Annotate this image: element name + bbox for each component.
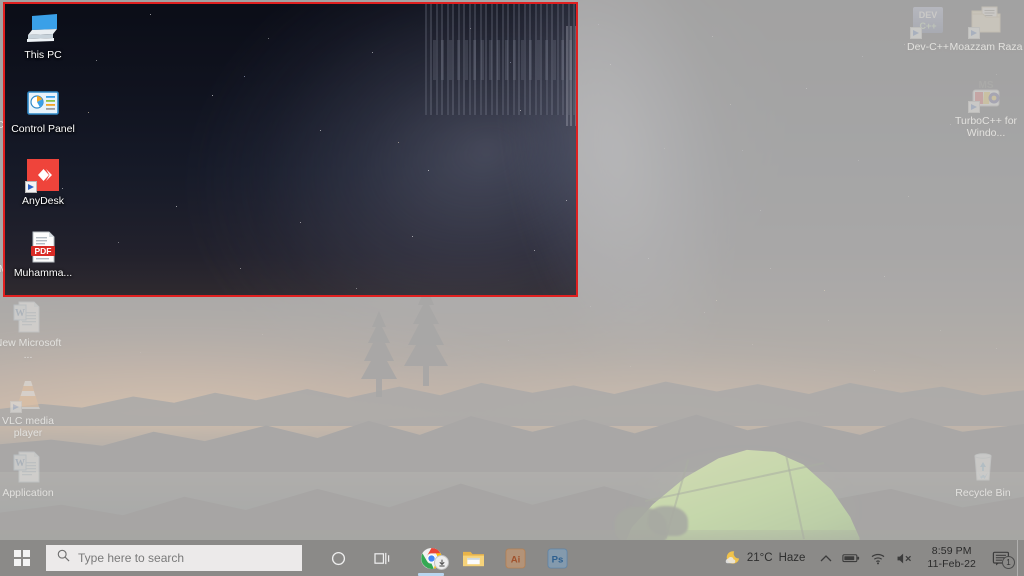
svg-text:W: W: [15, 308, 25, 319]
control-panel-icon: [26, 86, 60, 120]
snip-glitch-streaks-edge: [566, 26, 576, 126]
svg-text:PDF: PDF: [35, 246, 52, 256]
anydesk-icon: [25, 158, 60, 193]
show-desktop-button[interactable]: [1017, 540, 1024, 576]
desktop-icon-recycle-bin[interactable]: Recycle Bin: [945, 450, 1021, 499]
battery-icon: [842, 554, 860, 563]
search-icon: [57, 549, 70, 567]
desktop-icon-turbo-cpp[interactable]: MS TurboC++ for Windo...: [948, 78, 1024, 139]
chevron-up-icon: [820, 554, 832, 561]
desktop-icon-label: Recycle Bin: [955, 487, 1011, 499]
cortana-button[interactable]: [316, 540, 360, 576]
star-field-secondary: [0, 0, 1, 1]
wifi-icon: [872, 553, 885, 564]
shortcut-arrow-icon: [25, 181, 37, 193]
desktop-icon-new-microsoft-document[interactable]: W New Microsoft ...: [0, 300, 66, 361]
snip-glitch-streaks: [425, 4, 576, 115]
start-button[interactable]: [0, 540, 44, 576]
pdf-file-icon: PDF: [26, 230, 60, 264]
desktop-icon-vlc-media-player[interactable]: VLC media player: [0, 378, 66, 439]
shortcut-arrow-icon: [910, 27, 922, 39]
recycle-bin-icon: [966, 450, 1000, 484]
weather-widget[interactable]: 21°C Haze: [715, 540, 816, 576]
snip-selection-contents: This PC Control Panel AnyDesk PDF Muhamm…: [5, 4, 576, 295]
desktop-icon-moazzam-raza-folder[interactable]: Moazzam Raza: [948, 4, 1024, 53]
svg-text:W: W: [15, 458, 25, 469]
vlc-cone-icon: [10, 378, 45, 413]
cortana-circle-icon: [331, 551, 345, 565]
svg-text:C++: C++: [919, 21, 936, 31]
taskbar-app-photoshop[interactable]: Ps: [536, 540, 578, 576]
clock-time: 8:59 PM: [931, 545, 972, 557]
desktop-icon-label: Control Panel: [11, 123, 75, 135]
task-view-button[interactable]: [360, 540, 404, 576]
desktop-icon-application[interactable]: W Application: [0, 450, 66, 499]
illustrator-icon: Ai: [504, 547, 526, 569]
photoshop-label: Ps: [551, 554, 563, 565]
task-view-icon: [373, 552, 389, 564]
show-hidden-icons-button[interactable]: [815, 540, 837, 576]
turbo-cpp-icon: MS: [968, 78, 1003, 113]
desktop-icon-label: AnyDesk: [21, 195, 64, 207]
network-button[interactable]: [865, 540, 891, 576]
svg-text:MS: MS: [979, 80, 994, 91]
volume-button[interactable]: [891, 540, 918, 576]
svg-text:DEV: DEV: [919, 10, 938, 20]
dev-cpp-icon: DEV C++: [910, 4, 945, 39]
pine-tree-left: [355, 311, 403, 398]
search-input[interactable]: Type here to search: [46, 545, 302, 571]
illustrator-label: Ai: [510, 554, 520, 565]
snip-icon-pdf-document[interactable]: PDF Muhamma...: [5, 230, 81, 279]
desktop-screen: This PC Control Panel: [0, 0, 1024, 576]
windows-logo-icon: [14, 550, 30, 566]
shortcut-arrow-icon: [10, 401, 22, 413]
taskbar-app-chrome[interactable]: [410, 540, 452, 576]
weather-condition: Haze: [778, 552, 806, 564]
this-pc-icon: [26, 12, 60, 46]
desktop-icon-label: New Microsoft ...: [0, 337, 62, 361]
notifications-button[interactable]: 1: [985, 540, 1017, 576]
battery-button[interactable]: [837, 540, 865, 576]
file-explorer-icon: [462, 551, 484, 566]
photoshop-icon: Ps: [546, 547, 568, 569]
moon-weather-icon: [725, 551, 739, 564]
taskbar-app-illustrator[interactable]: Ai: [494, 540, 536, 576]
taskbar-app-file-explorer[interactable]: [452, 540, 494, 576]
weather-temperature: 21°C: [746, 552, 773, 564]
pine-tree-right: [398, 285, 454, 386]
desktop-icon-label: TurboC++ for Windo...: [954, 115, 1018, 139]
volume-muted-icon: [897, 553, 912, 563]
shortcut-arrow-icon: [968, 27, 980, 39]
folder-icon: [968, 4, 1003, 39]
word-document-icon: W: [11, 300, 45, 334]
system-tray: 21°C Haze 8:59 PM 11-Feb-22 1: [715, 540, 1024, 576]
desktop-icon-label: VLC media player: [2, 415, 54, 439]
clock-button[interactable]: 8:59 PM 11-Feb-22: [918, 540, 985, 576]
snip-selection-rectangle[interactable]: This PC Control Panel AnyDesk PDF Muhamm…: [3, 2, 578, 297]
snip-icon-anydesk[interactable]: AnyDesk: [5, 158, 81, 207]
chrome-download-badge-icon: [434, 555, 449, 570]
desktop-icon-label: Muhamma...: [13, 267, 73, 279]
notification-count-badge: 1: [1002, 556, 1015, 569]
desktop-icon-label: This PC: [24, 49, 62, 61]
desktop-icon-label: Moazzam Raza: [949, 41, 1023, 53]
word-document-icon: W: [11, 450, 45, 484]
taskbar: Type here to search Ai Ps 21°C Haze 8:59…: [0, 540, 1024, 576]
desktop-icon-label: Application: [2, 487, 54, 499]
shortcut-arrow-icon: [968, 101, 980, 113]
snip-icon-control-panel[interactable]: Control Panel: [5, 86, 81, 135]
clock-date: 11-Feb-22: [927, 558, 976, 570]
search-placeholder-text: Type here to search: [78, 551, 185, 565]
snip-icon-this-pc[interactable]: This PC: [5, 12, 81, 61]
